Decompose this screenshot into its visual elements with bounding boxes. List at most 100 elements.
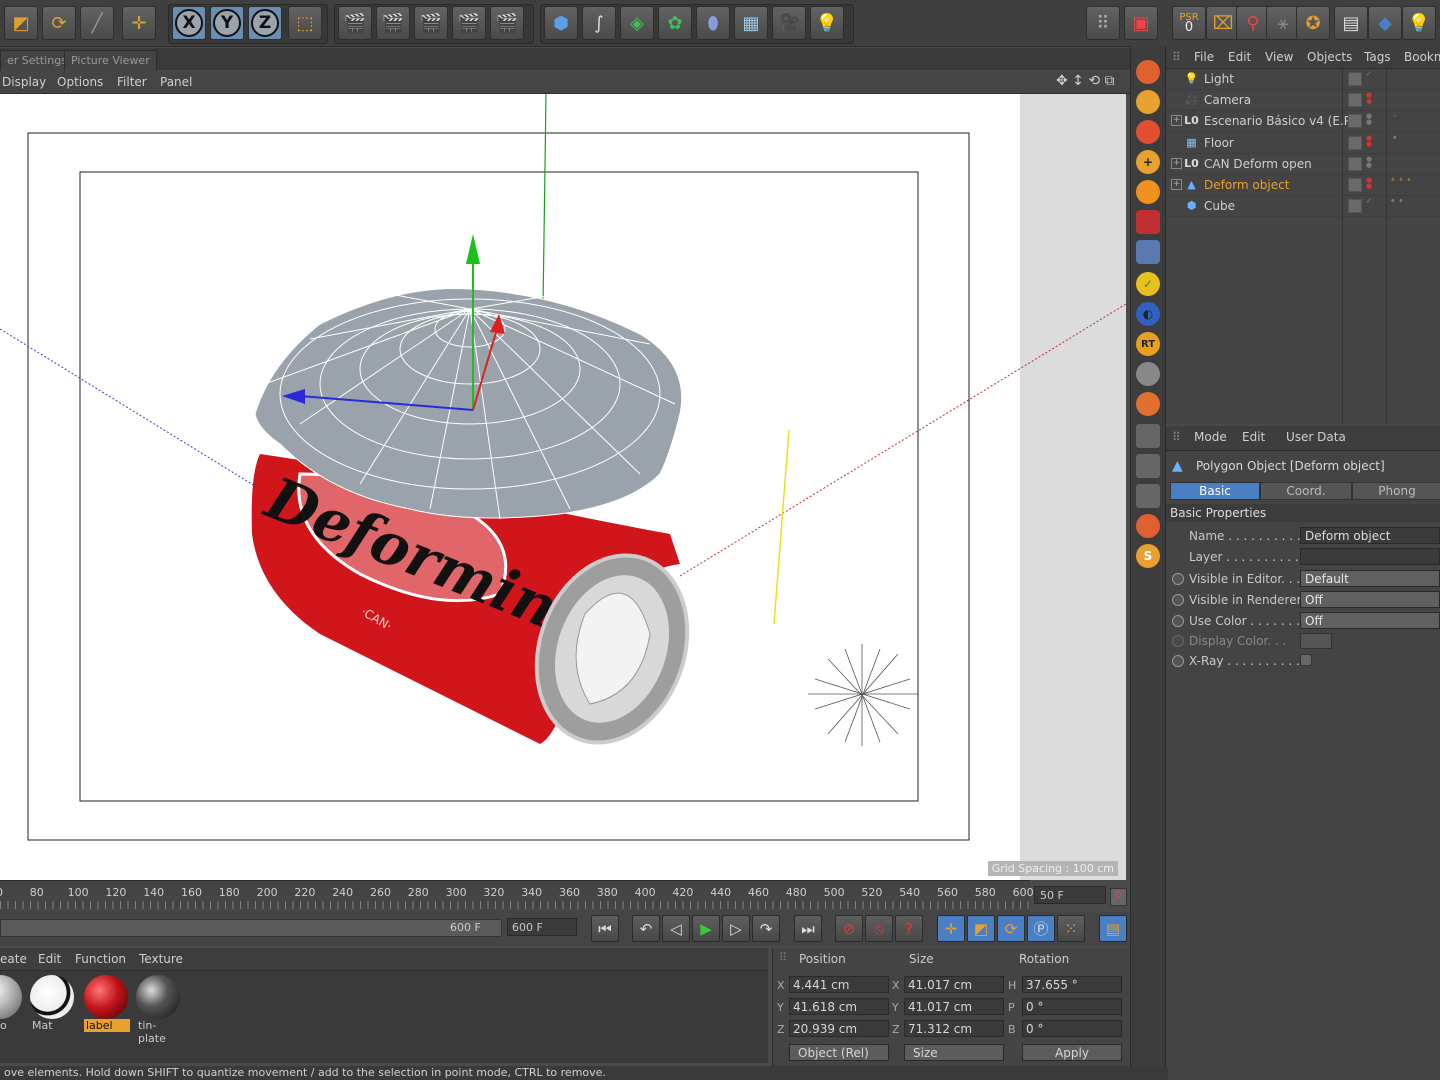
coordinate-mode-dropdown[interactable]: Object (Rel) [789, 1044, 889, 1061]
joint-tool-icon[interactable]: ⚹ [1266, 6, 1300, 40]
autokey-icon[interactable]: ⦸ [865, 915, 893, 942]
light-tool-icon[interactable]: 💡 [810, 6, 844, 40]
points-mode-icon[interactable]: + [1136, 150, 1160, 174]
material-tag-icon[interactable]: ⚬ [1392, 135, 1412, 142]
move-tool-icon[interactable]: ✛ [122, 6, 156, 40]
animate-radio[interactable] [1172, 594, 1184, 606]
key-position-icon[interactable]: ✛ [937, 915, 965, 942]
next-key-icon[interactable]: ↷ [752, 915, 780, 942]
key-scale-icon[interactable]: ◩ [967, 915, 995, 942]
script-manager-icon[interactable]: S [1136, 544, 1160, 568]
size-x-field[interactable]: 41.017 cm [904, 976, 1004, 993]
render-view-icon[interactable]: 🎬 [338, 6, 372, 40]
menu-edit[interactable]: Edit [1242, 430, 1265, 444]
visibility-dots[interactable]: ● ● [1366, 156, 1372, 169]
floor-scene-icon[interactable]: ▦ [734, 6, 768, 40]
menu-objects[interactable]: Objects [1307, 50, 1352, 64]
use-color-dropdown[interactable]: Off [1300, 612, 1440, 629]
menu-panel[interactable]: Panel [160, 75, 192, 89]
menu-filter[interactable]: Filter [117, 75, 147, 89]
visibility-dots[interactable]: ● ● [1366, 92, 1372, 105]
visible-in-renderer-dropdown[interactable]: Off [1300, 591, 1440, 608]
animate-radio[interactable] [1172, 635, 1184, 647]
animate-radio[interactable] [1172, 573, 1184, 585]
grid-snap-icon[interactable] [1136, 424, 1160, 448]
animate-radio[interactable] [1172, 615, 1184, 627]
edges-mode-icon[interactable] [1136, 180, 1160, 204]
dynamics-icon[interactable] [1136, 514, 1160, 538]
menu-display[interactable]: Display [2, 75, 46, 89]
object-row-cube[interactable]: ⬢ Cube ✓ ⚬ ⚬ [1166, 195, 1440, 217]
rotation-h-field[interactable]: 37.655 ° [1022, 976, 1122, 993]
layer-flag[interactable] [1348, 93, 1362, 107]
axis-mode-icon[interactable] [1136, 240, 1160, 264]
tab-render-settings[interactable]: er Settings [0, 50, 74, 71]
timeline-ruler[interactable]: 0 80 100 120 140 160 180 200 220 240 260 280 300 320 3… [0, 880, 1034, 913]
tab-basic[interactable]: Basic [1170, 482, 1260, 500]
object-row-light[interactable]: 💡 Light ✓ [1166, 68, 1440, 90]
material-swatch[interactable]: tin-plate [136, 975, 182, 1045]
layer-flag[interactable] [1348, 157, 1362, 171]
tab-picture-viewer[interactable]: Picture Viewer [64, 50, 157, 71]
camera-tool-icon[interactable]: 🎥 [772, 6, 806, 40]
tag-icon[interactable]: ⁘ [1392, 113, 1412, 120]
visibility-dots[interactable]: ● ● [1366, 135, 1372, 148]
workplane-mode-icon[interactable] [1136, 120, 1160, 144]
keyframe-selection-icon[interactable]: ? [895, 915, 923, 942]
preview-range-slider[interactable] [0, 919, 502, 937]
symmetry-icon[interactable]: ◐ [1136, 302, 1160, 326]
interactive-render-icon[interactable]: 🎬 [452, 6, 486, 40]
play-icon[interactable]: ▶ [692, 915, 720, 942]
psr-button[interactable]: PSR 0 [1172, 6, 1206, 40]
timeline-lock-icon[interactable]: ⊘ [1110, 888, 1127, 906]
script-icon[interactable]: ▤ [1334, 6, 1368, 40]
visibility-check-icon[interactable]: ✓ [1366, 198, 1372, 205]
material-swatch[interactable]: Mat [30, 975, 76, 1035]
viewport-navigation-icon[interactable]: ✥ ↕ ⟲ ⧉ [1056, 73, 1115, 89]
object-row-escenario[interactable]: + L0 Escenario Básico v4 (E.P) ● ● ⁘ [1166, 110, 1440, 132]
expand-icon[interactable]: + [1171, 158, 1182, 169]
z-axis-lock-button[interactable]: Z [248, 6, 282, 40]
xray-checkbox[interactable] [1300, 654, 1312, 666]
cube-primitive-icon[interactable]: ⬢ [544, 6, 578, 40]
lightbulb-icon[interactable]: 💡 [1402, 6, 1436, 40]
rotate-tool-icon[interactable]: ⟳ [42, 6, 76, 40]
menu-file[interactable]: File [1194, 50, 1214, 64]
undo-scale-icon[interactable]: ◩ [4, 6, 38, 40]
viewport[interactable]: Deforming ·CAN· Grid Spacing: 100 cm [0, 94, 1126, 880]
model-mode-icon[interactable] [1136, 60, 1160, 84]
x-axis-lock-button[interactable]: X [172, 6, 206, 40]
snap-icon[interactable]: ✓ [1136, 272, 1160, 296]
key-parameter-icon[interactable]: Ⓟ [1027, 915, 1055, 942]
expand-icon[interactable]: + [1171, 115, 1182, 126]
object-row-deform-object[interactable]: + ▲ Deform object ● ● ⚬ ⚬ ⚬ [1166, 174, 1440, 196]
menu-edit[interactable]: Edit [1228, 50, 1251, 64]
render-to-picture-viewer-icon[interactable]: 🎬 [414, 6, 448, 40]
record-keys-icon[interactable]: ⊘ [835, 915, 863, 942]
size-y-field[interactable]: 41.017 cm [904, 998, 1004, 1015]
layer-flag[interactable] [1348, 114, 1362, 128]
menu-function[interactable]: Function [75, 952, 126, 966]
position-z-field[interactable]: 20.939 cm [789, 1020, 889, 1037]
object-row-can-deform-open[interactable]: + L0 CAN Deform open ● ● [1166, 153, 1440, 175]
array-cloner-icon[interactable]: ✿ [658, 6, 692, 40]
layer-flag[interactable] [1348, 136, 1362, 150]
sculpt-icon[interactable] [1136, 362, 1160, 386]
deformer-icon[interactable]: ⬮ [696, 6, 730, 40]
expand-icon[interactable]: + [1171, 179, 1182, 190]
rt-mode-icon[interactable]: RT [1136, 332, 1160, 356]
timeline-icon[interactable] [1136, 454, 1160, 478]
subdivision-surface-icon[interactable]: ◈ [620, 6, 654, 40]
mograph-effector-icon[interactable]: ✪ [1296, 6, 1330, 40]
visible-in-editor-dropdown[interactable]: Default [1300, 570, 1440, 587]
key-rotation-icon[interactable]: ⟳ [997, 915, 1025, 942]
name-field[interactable]: Deform object [1300, 527, 1440, 544]
y-axis-lock-button[interactable]: Y [210, 6, 244, 40]
menu-texture[interactable]: Texture [139, 952, 183, 966]
end-frame-field[interactable]: 600 F [507, 918, 577, 936]
menu-edit[interactable]: Edit [38, 952, 61, 966]
layer-flag[interactable] [1348, 178, 1362, 192]
tab-phong[interactable]: Phong [1352, 482, 1440, 500]
magnet-tool-icon[interactable]: ⚲ [1236, 6, 1270, 40]
null-tool-icon[interactable]: ⌧ [1206, 6, 1240, 40]
